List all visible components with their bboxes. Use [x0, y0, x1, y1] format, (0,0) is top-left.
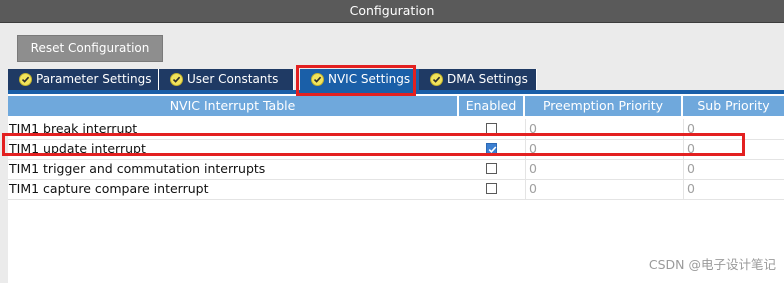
reset-configuration-button[interactable]: Reset Configuration	[17, 35, 163, 62]
column-header-interrupt[interactable]: NVIC Interrupt Table	[8, 96, 459, 116]
sub-priority-cell[interactable]: 0	[683, 179, 784, 199]
enabled-checkbox[interactable]	[486, 183, 497, 194]
preemption-priority-cell[interactable]: 0	[525, 139, 683, 159]
preemption-priority-cell[interactable]: 0	[525, 119, 683, 139]
enabled-cell	[459, 119, 525, 139]
column-header-preemption-priority[interactable]: Preemption Priority	[525, 96, 683, 116]
tab-user-constants[interactable]: User Constants	[159, 69, 294, 90]
sub-priority-cell[interactable]: 0	[683, 119, 784, 139]
interrupt-name: TIM1 trigger and commutation interrupts	[9, 161, 266, 176]
check-circle-icon	[19, 73, 32, 86]
preemption-priority-cell[interactable]: 0	[525, 159, 683, 179]
interrupt-name: TIM1 update interrupt	[9, 141, 146, 156]
tab-dma-settings[interactable]: DMA Settings	[419, 69, 537, 90]
table-row[interactable]: TIM1 update interrupt 0 0	[8, 139, 784, 160]
check-circle-icon	[170, 73, 183, 86]
table-row[interactable]: TIM1 break interrupt 0 0	[8, 119, 784, 140]
tab-label: Parameter Settings	[36, 72, 152, 86]
table-header: NVIC Interrupt Table Enabled Preemption …	[8, 96, 784, 116]
interrupt-name: TIM1 break interrupt	[9, 121, 138, 136]
enabled-cell	[459, 179, 525, 199]
tab-label: User Constants	[187, 72, 279, 86]
tab-nvic-settings[interactable]: NVIC Settings	[300, 69, 420, 90]
enabled-checkbox[interactable]	[486, 163, 497, 174]
sub-priority-cell[interactable]: 0	[683, 139, 784, 159]
sub-priority-cell[interactable]: 0	[683, 159, 784, 179]
column-header-sub-priority[interactable]: Sub Priority	[683, 96, 784, 116]
enabled-cell	[459, 159, 525, 179]
window-title: Configuration	[0, 0, 784, 23]
enabled-checkbox[interactable]	[486, 123, 497, 134]
enabled-checkbox[interactable]	[486, 143, 497, 154]
watermark: CSDN @电子设计笔记	[648, 257, 776, 272]
column-header-enabled[interactable]: Enabled	[459, 96, 525, 116]
tab-label: NVIC Settings	[328, 72, 411, 86]
check-circle-icon	[311, 73, 324, 86]
tab-label: DMA Settings	[447, 72, 528, 86]
table-row[interactable]: TIM1 capture compare interrupt 0 0	[8, 179, 784, 200]
table-row[interactable]: TIM1 trigger and commutation interrupts …	[8, 159, 784, 180]
interrupt-name: TIM1 capture compare interrupt	[9, 181, 209, 196]
tab-parameter-settings[interactable]: Parameter Settings	[8, 69, 159, 90]
check-circle-icon	[430, 73, 443, 86]
preemption-priority-cell[interactable]: 0	[525, 179, 683, 199]
enabled-cell	[459, 139, 525, 159]
checkmark-icon	[488, 146, 497, 153]
